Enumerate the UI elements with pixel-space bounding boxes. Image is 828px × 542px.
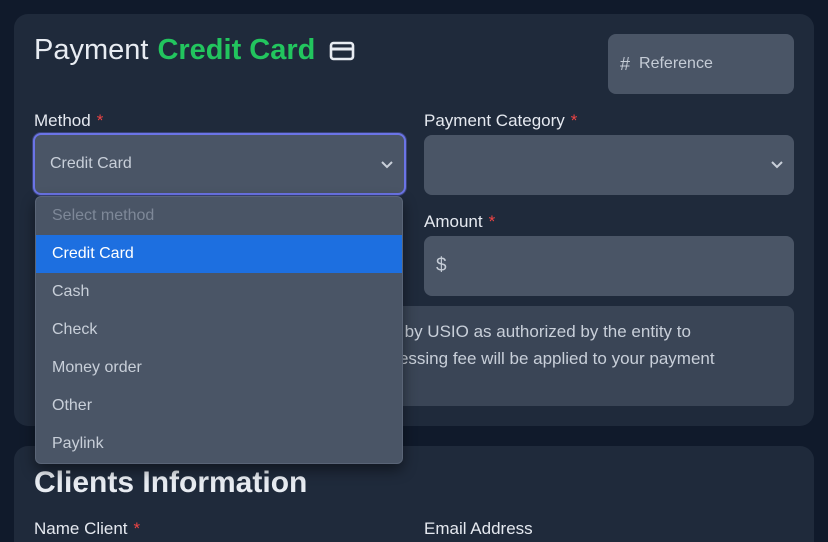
required-marker: * (570, 111, 578, 130)
payment-title-prefix: Payment (34, 34, 149, 66)
name-client-label: Name Client * (34, 519, 140, 539)
clients-title: Clients Information (34, 466, 308, 499)
notice-text: ed by USIO as authorized by the entity t… (381, 318, 791, 372)
method-dropdown-menu: Select method Credit Card Cash Check Mon… (35, 196, 403, 464)
required-marker: * (488, 212, 496, 231)
hash-icon: # (620, 53, 631, 74)
chevron-down-icon (770, 157, 784, 175)
email-label-text: Email Address (424, 519, 533, 538)
method-select-value: Credit Card (50, 155, 132, 172)
dropdown-option-paylink[interactable]: Paylink (36, 425, 402, 463)
amount-label-text: Amount (424, 212, 483, 231)
category-label: Payment Category * (424, 111, 577, 131)
notice-line-2: ocessing fee will be applied to your pay… (381, 349, 715, 368)
dropdown-option-cash[interactable]: Cash (36, 273, 402, 311)
reference-placeholder: Reference (639, 55, 713, 72)
dropdown-placeholder: Select method (52, 207, 155, 224)
payment-category-select[interactable] (424, 135, 794, 195)
dropdown-option-credit-card[interactable]: Credit Card (36, 235, 402, 273)
amount-label: Amount * (424, 212, 495, 232)
reference-input[interactable]: # Reference (608, 34, 794, 94)
payment-title: Payment Credit Card (34, 34, 355, 67)
method-label-text: Method (34, 111, 91, 130)
category-label-text: Payment Category (424, 111, 565, 130)
name-client-label-text: Name Client (34, 519, 128, 538)
dropdown-option-money-order[interactable]: Money order (36, 349, 402, 387)
dollar-prefix: $ (436, 255, 447, 276)
method-select[interactable]: Credit Card (33, 133, 406, 195)
method-label: Method * (34, 111, 103, 131)
required-marker: * (133, 519, 141, 538)
credit-card-icon (329, 40, 355, 62)
chevron-down-icon (380, 157, 394, 175)
required-marker: * (96, 111, 104, 130)
email-address-label: Email Address (424, 519, 533, 539)
dropdown-option-other[interactable]: Other (36, 387, 402, 425)
amount-input[interactable]: $ (424, 236, 794, 296)
payment-title-method: Credit Card (157, 34, 316, 66)
notice-line-1: ed by USIO as authorized by the entity t… (381, 322, 691, 341)
dropdown-option-check[interactable]: Check (36, 311, 402, 349)
